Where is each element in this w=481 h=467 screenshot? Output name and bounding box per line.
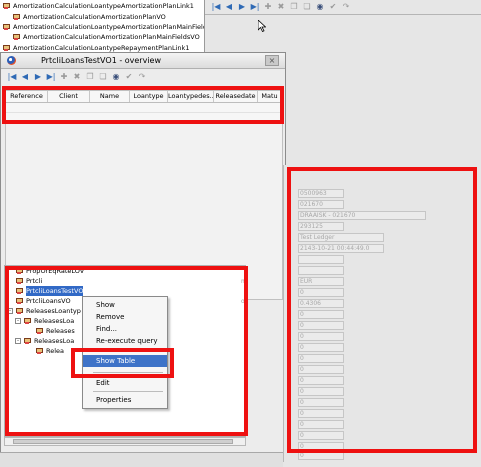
horizontal-scrollbar[interactable]	[4, 437, 246, 446]
application-window: AmortizationCalculationLoantypeAmortizat…	[0, 0, 481, 467]
commit-icon[interactable]: ✔	[124, 72, 134, 82]
highlight-box-form	[287, 167, 477, 453]
rollback-icon[interactable]: ↷	[137, 72, 147, 82]
dialog-title: PrtcliLoansTestVO1 - overview	[41, 56, 162, 65]
view-object-icon	[12, 13, 20, 21]
prev-icon[interactable]: ◀	[20, 72, 30, 82]
delete-icon[interactable]: ✖	[276, 2, 286, 12]
top-tree-panel: AmortizationCalculationLoantypeAmortizat…	[0, 0, 205, 58]
main-toolbar: |◀ ◀ ▶ ▶| ✚ ✖ ❐ ❏ ◉ ✔ ↷	[205, 0, 481, 15]
next-icon[interactable]: ▶	[33, 72, 43, 82]
paste-icon[interactable]: ❏	[98, 72, 108, 82]
find-icon[interactable]: ◉	[111, 72, 121, 82]
last-icon[interactable]: ▶|	[46, 72, 56, 82]
tree-item[interactable]: AmortizationCalculationLoantypeAmortizat…	[2, 1, 194, 11]
tree-item[interactable]: AmortizationCalculationLoantypeAmortizat…	[2, 22, 204, 32]
tree-item[interactable]: AmortizationCalculationAmortizationPlanM…	[12, 32, 200, 42]
scrollbar-thumb[interactable]	[13, 439, 233, 444]
copy-icon[interactable]: ❐	[289, 2, 299, 12]
add-icon[interactable]: ✚	[59, 72, 69, 82]
copy-icon[interactable]: ❐	[85, 72, 95, 82]
dialog-toolbar: |◀ ◀ ▶ ▶| ✚ ✖ ❐ ❏ ◉ ✔ ↷	[1, 69, 285, 84]
find-icon[interactable]: ◉	[315, 2, 325, 12]
dialog-title-bar[interactable]: PrtcliLoansTestVO1 - overview ×	[1, 53, 285, 69]
view-link-icon	[2, 2, 10, 10]
mouse-cursor-icon	[258, 20, 266, 32]
first-icon[interactable]: |◀	[7, 72, 17, 82]
highlight-box-table-header	[2, 86, 284, 124]
view-link-icon	[2, 23, 10, 31]
status-bar	[0, 452, 283, 467]
view-link-icon	[2, 44, 10, 52]
first-icon[interactable]: |◀	[211, 2, 221, 12]
highlight-box-show-table	[71, 348, 174, 378]
paste-icon[interactable]: ❏	[302, 2, 312, 12]
view-object-icon	[12, 33, 20, 41]
prev-icon[interactable]: ◀	[224, 2, 234, 12]
next-icon[interactable]: ▶	[237, 2, 247, 12]
commit-icon[interactable]: ✔	[328, 2, 338, 12]
rollback-icon[interactable]: ↷	[341, 2, 351, 12]
delete-icon[interactable]: ✖	[72, 72, 82, 82]
last-icon[interactable]: ▶|	[250, 2, 260, 12]
add-icon[interactable]: ✚	[263, 2, 273, 12]
close-button[interactable]: ×	[265, 55, 279, 66]
app-logo-icon	[7, 56, 16, 65]
tree-item[interactable]: AmortizationCalculationAmortizationPlanV…	[12, 12, 166, 22]
